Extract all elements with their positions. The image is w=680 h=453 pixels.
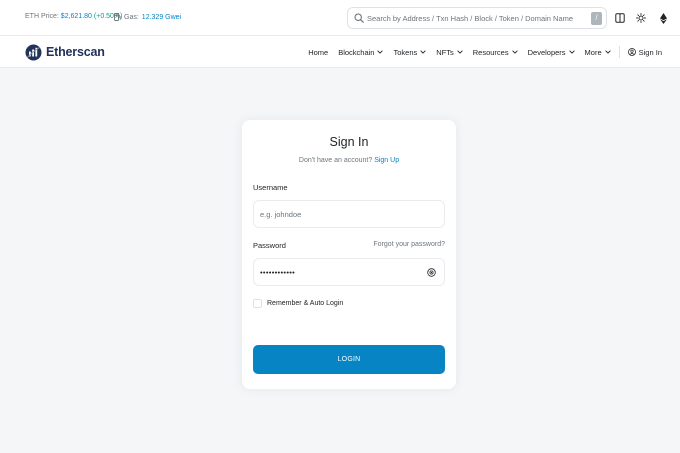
layout-icon: [615, 13, 625, 23]
network-select-button[interactable]: [653, 8, 673, 28]
chevron-down-icon: [604, 50, 611, 54]
top-bar: ETH Price: $2,621.80 (+0.50%) Gas: 12.32…: [0, 0, 680, 36]
brand-name: Etherscan: [46, 45, 105, 59]
nav-item-developers[interactable]: Developers: [523, 36, 580, 68]
brand-logo-link[interactable]: Etherscan: [25, 42, 105, 62]
nav-item-label: Blockchain: [338, 47, 375, 57]
chevron-down-icon: [457, 50, 463, 54]
search-box[interactable]: /: [347, 7, 607, 29]
nav-item-tokens[interactable]: Tokens: [388, 36, 431, 68]
no-account-text: Don't have an account?: [298, 157, 373, 164]
eth-price-value[interactable]: $2,621.80: [61, 13, 92, 20]
nav-item-more[interactable]: More: [580, 36, 616, 68]
sun-icon: [636, 13, 646, 23]
nav-item-nfts[interactable]: NFTs: [431, 36, 468, 68]
remember-checkbox[interactable]: [253, 298, 262, 308]
nav-item-blockchain[interactable]: Blockchain: [333, 36, 388, 68]
login-button[interactable]: LOGIN: [253, 345, 445, 374]
remember-label: Remember & Auto Login: [267, 299, 344, 307]
etherscan-logo-icon: [25, 44, 42, 60]
nav-item-label: More: [584, 47, 602, 57]
username-field[interactable]: [253, 200, 445, 228]
nav-item-label: Developers: [527, 47, 566, 57]
main-nav: Etherscan Home Blockchain Tokens NFTs Resour…: [0, 36, 680, 68]
password-field[interactable]: [253, 258, 445, 286]
user-icon: [627, 48, 636, 56]
nav-divider: [618, 46, 620, 58]
signup-link[interactable]: Sign Up: [374, 157, 399, 164]
username-input[interactable]: [260, 207, 420, 222]
signup-prompt: Don't have an account? Sign Up: [242, 157, 456, 164]
chevron-down-icon: [420, 50, 426, 54]
nav-item-home[interactable]: Home: [303, 36, 333, 68]
search-input[interactable]: [367, 11, 582, 26]
nav-item-resources[interactable]: Resources: [468, 36, 523, 68]
password-label: Password: [253, 241, 286, 250]
signin-card: Sign In Don't have an account? Sign Up U…: [242, 120, 456, 389]
nav-item-label: Tokens: [393, 47, 418, 57]
nav-item-label: Resources: [472, 47, 509, 57]
nav-item-label: NFTs: [436, 47, 454, 57]
layout-toggle-button[interactable]: [610, 8, 630, 28]
eth-price: ETH Price: $2,621.80 (+0.50%): [25, 13, 123, 20]
nav-signin-label: Sign In: [638, 47, 662, 57]
nav-menu: Home Blockchain Tokens NFTs Resources Develop…: [303, 36, 667, 68]
gas-price: Gas: 12.329 Gwei: [114, 13, 181, 21]
remember-row[interactable]: Remember & Auto Login: [253, 298, 343, 308]
search-shortcut-key: /: [591, 12, 602, 25]
eth-price-label: ETH Price:: [25, 13, 59, 20]
search-icon: [354, 13, 364, 23]
chevron-down-icon: [377, 50, 384, 54]
password-input[interactable]: [260, 265, 420, 280]
chevron-down-icon: [568, 50, 575, 54]
gas-label: Gas:: [124, 13, 139, 21]
gas-pump-icon: [114, 13, 121, 21]
nav-item-label: Home: [308, 47, 329, 57]
gas-value[interactable]: 12.329 Gwei: [142, 14, 181, 21]
forgot-password-link[interactable]: Forgot your password?: [373, 241, 445, 248]
theme-toggle-button[interactable]: [631, 8, 651, 28]
username-label: Username: [253, 183, 288, 192]
eye-icon[interactable]: [427, 268, 436, 277]
page-title: Sign In: [329, 135, 369, 149]
nav-signin-link[interactable]: Sign In: [623, 36, 667, 68]
ethereum-icon: [659, 12, 667, 24]
chevron-down-icon: [511, 50, 518, 54]
